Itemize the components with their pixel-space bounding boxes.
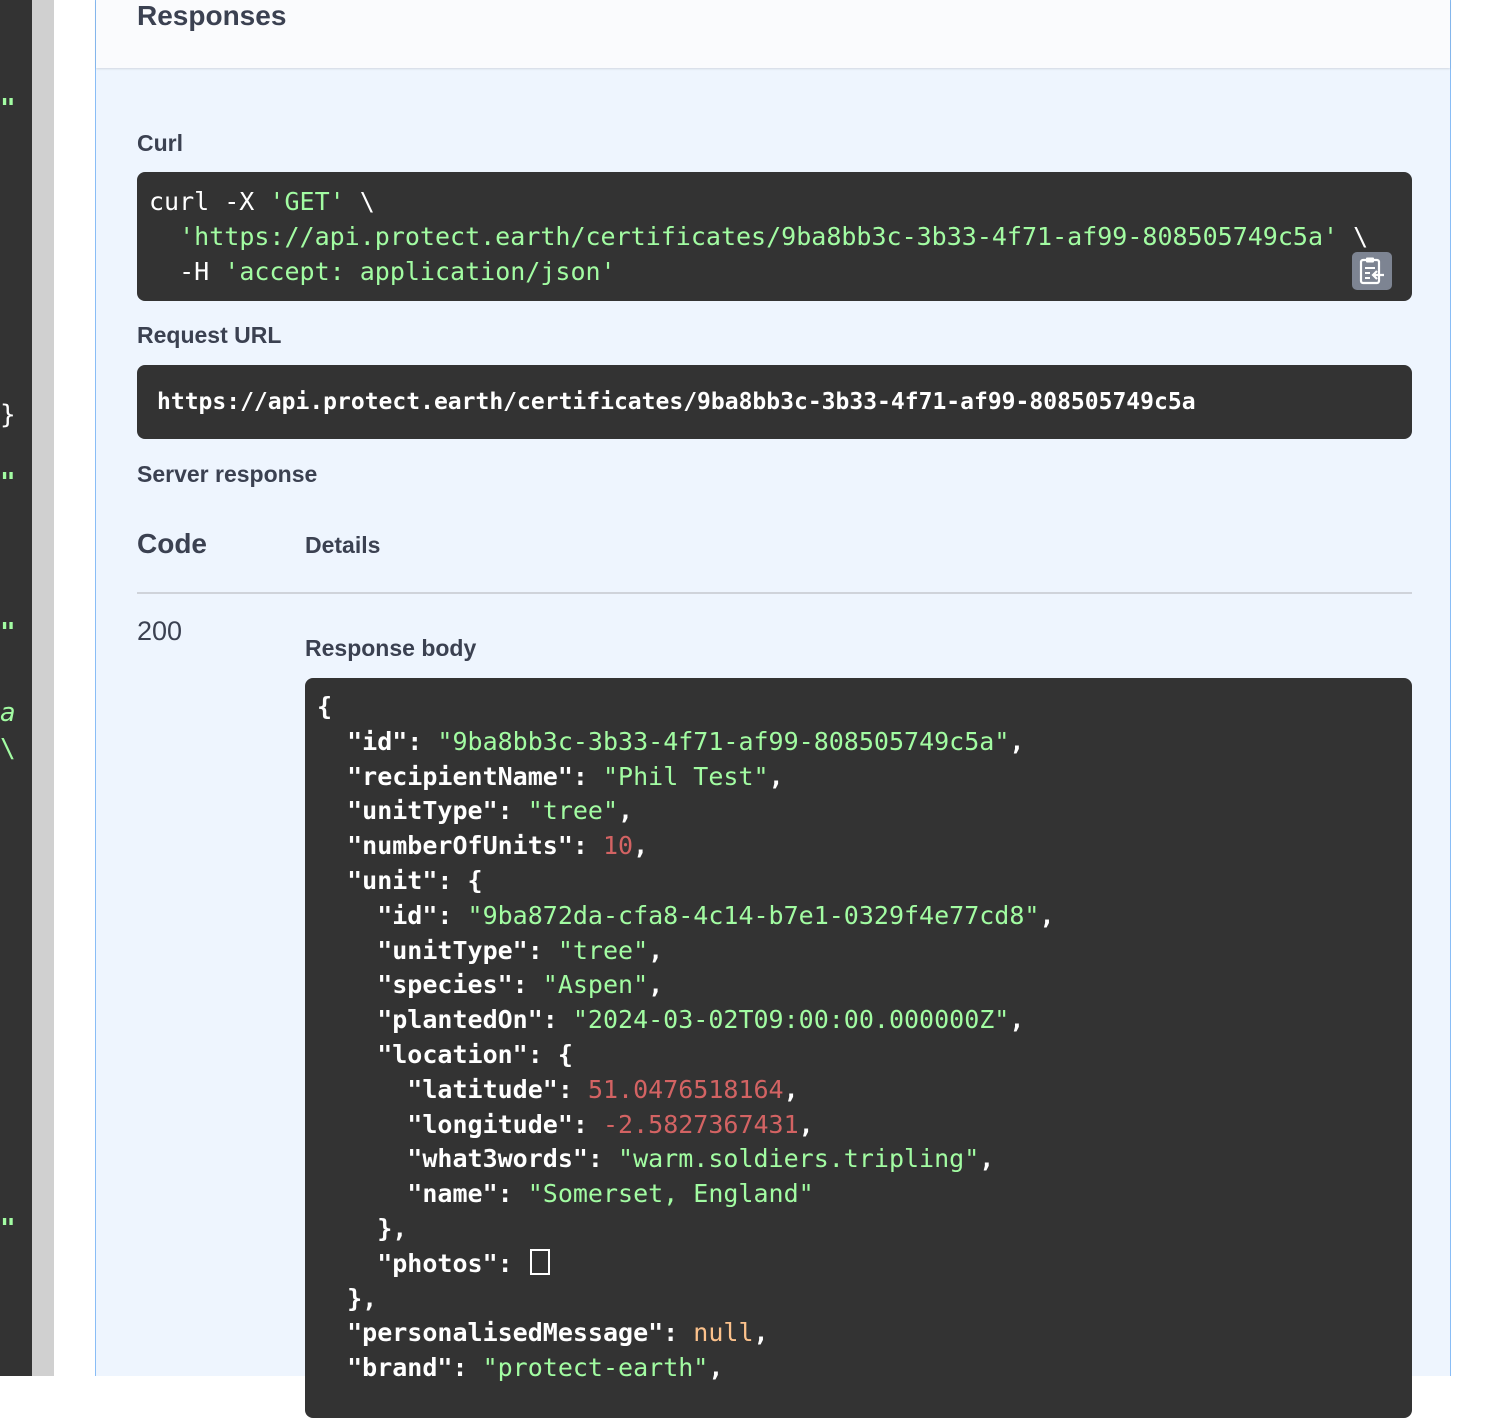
json-value: 10 bbox=[602, 831, 634, 861]
editor-fragment: " bbox=[0, 618, 16, 648]
curl-line-1: curl -X 'GET' \ bbox=[149, 184, 1400, 219]
curl-code-block[interactable]: curl -X 'GET' \ 'https://api.protect.ear… bbox=[137, 172, 1412, 301]
details-column-header: Details bbox=[305, 532, 381, 558]
clipboard-copy-icon bbox=[1359, 257, 1384, 285]
editor-strip: " } " " a \ " bbox=[0, 0, 32, 1376]
curl-url: 'https://api.protect.earth/certificates/… bbox=[179, 222, 1339, 251]
curl-header-flag: -H bbox=[179, 257, 225, 286]
divider bbox=[137, 592, 1412, 594]
editor-fragment: a bbox=[0, 698, 16, 728]
copy-to-clipboard-button[interactable] bbox=[1352, 252, 1392, 290]
json-value: "Somerset, England" bbox=[527, 1179, 814, 1209]
json-value: "Phil Test" bbox=[602, 761, 769, 791]
json-value: "protect-earth" bbox=[482, 1353, 709, 1383]
curl-line-2: 'https://api.protect.earth/certificates/… bbox=[149, 219, 1400, 254]
curl-line-3: -H 'accept: application/json' bbox=[149, 254, 1400, 289]
response-body-code-block[interactable]: { "id": "9ba8bb3c-3b33-4f71-af99-8085057… bbox=[305, 678, 1412, 1418]
curl-method: 'GET' bbox=[269, 187, 345, 216]
json-value: "2024-03-02T09:00:00.000000Z" bbox=[572, 1005, 1010, 1035]
panel-title: Responses bbox=[137, 0, 287, 31]
json-value: "9ba8bb3c-3b33-4f71-af99-808505749c5a" bbox=[437, 726, 1010, 756]
json-value: "Aspen" bbox=[542, 970, 649, 1000]
json-value: "tree" bbox=[557, 935, 649, 965]
status-code: 200 bbox=[137, 616, 183, 646]
json-value: null bbox=[693, 1318, 754, 1348]
scrollbar[interactable] bbox=[32, 0, 54, 1376]
editor-fragment: " bbox=[0, 94, 16, 124]
editor-fragment: } bbox=[0, 400, 16, 430]
empty-array-marker bbox=[529, 1248, 550, 1275]
json-value: 51.0476518164 bbox=[587, 1074, 784, 1104]
server-response-label: Server response bbox=[137, 461, 318, 487]
responses-panel: Responses Curl curl -X 'GET' \ 'https://… bbox=[95, 0, 1451, 1418]
curl-continuation: \ bbox=[1338, 222, 1369, 251]
curl-header-value: 'accept: application/json' bbox=[224, 257, 616, 286]
editor-fragment: \ bbox=[0, 734, 16, 764]
json-value: -2.5827367431 bbox=[602, 1109, 799, 1139]
response-body-label: Response body bbox=[305, 635, 477, 661]
request-url-label: Request URL bbox=[137, 322, 282, 348]
request-url-value[interactable]: https://api.protect.earth/certificates/9… bbox=[137, 365, 1412, 439]
curl-command: curl -X bbox=[149, 187, 270, 216]
json-value: "9ba872da-cfa8-4c14-b7e1-0329f4e77cd8" bbox=[467, 900, 1040, 930]
editor-fragment: " bbox=[0, 1214, 16, 1244]
panel-header: Responses bbox=[96, 0, 1450, 68]
curl-label: Curl bbox=[137, 130, 183, 156]
curl-continuation: \ bbox=[344, 187, 375, 216]
json-value: "tree" bbox=[527, 796, 619, 826]
code-column-header: Code bbox=[137, 528, 207, 559]
json-value: "warm.soldiers.tripling" bbox=[618, 1144, 980, 1174]
editor-fragment: " bbox=[0, 468, 16, 498]
